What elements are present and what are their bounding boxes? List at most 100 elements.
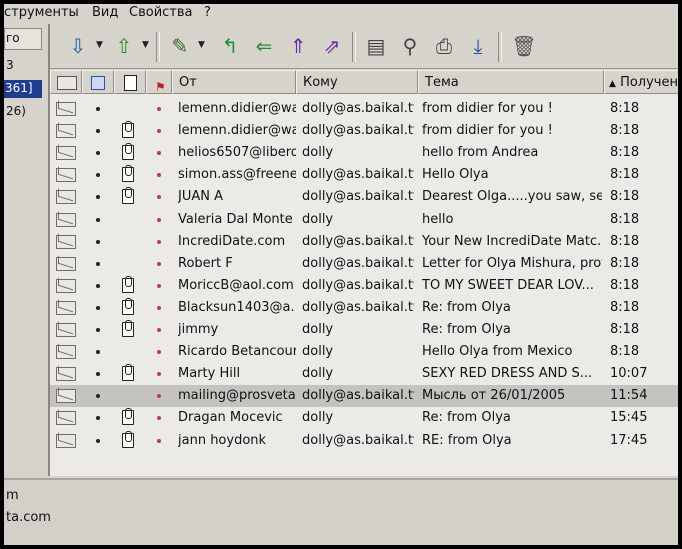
cell-subject: hello — [422, 211, 454, 227]
print-icon[interactable]: ⎙ — [430, 32, 458, 60]
menu-view[interactable]: Вид — [92, 5, 118, 20]
cell-from: Blacksun1403@a... — [178, 299, 296, 315]
table-row[interactable]: lemenn.didier@wa... dolly@as.baikal.tv fro… — [50, 98, 678, 120]
header-from[interactable]: От — [172, 70, 296, 94]
forward-alt-icon[interactable]: ⇗ — [318, 32, 346, 60]
address-book-icon[interactable]: ▤ — [362, 32, 390, 60]
delete-icon[interactable]: 🗑 — [510, 32, 538, 60]
attachment-icon — [122, 320, 134, 337]
forward-icon[interactable]: ⇑ — [284, 32, 312, 60]
header-attach-column[interactable] — [114, 70, 146, 94]
cell-subject: Re: from Olya — [422, 299, 511, 315]
folder-item-4[interactable]: 26) — [6, 104, 26, 118]
table-row[interactable]: IncrediDate.com dolly@as.baikal.tv Your Ne… — [50, 231, 678, 253]
reply-icon[interactable]: ↰ — [216, 32, 244, 60]
cell-from: jimmy — [178, 322, 219, 337]
read-dot-icon — [96, 283, 100, 288]
cell-subject: Letter for Olya Mishura, profil... — [422, 255, 602, 271]
table-row[interactable]: mailing@prosveta.... dolly@as.baikal.tv Мы… — [50, 385, 678, 408]
table-row[interactable]: Marty Hill dolly SEXY RED DRESS AND S... 10… — [50, 363, 678, 385]
flag-dot-icon — [157, 305, 161, 310]
table-row[interactable]: Dragan Mocevic dolly Re: from Olya 15:45 — [50, 407, 678, 429]
cell-subject: hello from Andrea — [422, 145, 539, 161]
cell-from: lemenn.didier@wa... — [178, 101, 296, 116]
cell-time: 8:18 — [610, 189, 640, 205]
compose-icon[interactable]: ✎ — [166, 32, 194, 60]
header-received[interactable]: ▲ Получен — [604, 70, 678, 94]
cell-time: 15:45 — [610, 410, 648, 426]
attachment-icon — [122, 165, 134, 183]
dropdown-arrow-icon[interactable]: ▼ — [96, 40, 103, 50]
header-status-column[interactable] — [82, 70, 114, 94]
folder-item-selected[interactable]: 361] — [4, 80, 42, 98]
reply-all-icon[interactable]: ⇐ — [250, 32, 278, 60]
header-to[interactable]: Кому — [296, 70, 418, 94]
table-row[interactable]: helios6507@libero.it dolly hello from Andr… — [50, 142, 678, 164]
flag-dot-icon — [157, 438, 161, 443]
attachment-icon — [122, 143, 134, 161]
cell-to: dolly — [302, 211, 334, 227]
menu-properties[interactable]: Свойства — [129, 5, 193, 20]
status-line-1: m — [6, 488, 19, 503]
header-flag-column[interactable]: ⚑ — [146, 70, 172, 94]
header-subject[interactable]: Тема — [418, 70, 604, 94]
table-row[interactable]: Ricardo Betancourt dolly Hello Olya from M… — [50, 341, 678, 363]
folder-item-top[interactable]: го — [6, 31, 20, 45]
cell-time: 8:18 — [610, 211, 640, 227]
table-row[interactable]: Blacksun1403@a... dolly@as.baikal.tv Re: f… — [50, 297, 678, 319]
flag-dot-icon — [157, 195, 161, 200]
find-icon[interactable]: ⚲ — [396, 32, 424, 60]
cell-subject: TO MY SWEET DEAR LOV... — [422, 277, 594, 293]
table-row[interactable]: Valeria Dal Monte dolly hello 8:18 — [50, 209, 678, 231]
cell-subject: RE: from Olya — [422, 432, 512, 448]
status-bar: m ta.com — [4, 478, 678, 545]
header-received-label: Получен — [620, 75, 678, 90]
flag-dot-icon — [157, 394, 161, 399]
flag-dot-icon — [157, 372, 161, 377]
attachment-icon — [122, 430, 134, 448]
menu-tools[interactable]: струменты — [4, 5, 79, 20]
envelope-icon — [56, 256, 76, 271]
folder-item-2[interactable]: 3 — [6, 58, 14, 72]
read-dot-icon — [96, 261, 100, 266]
cell-time: 8:18 — [610, 299, 640, 315]
read-dot-icon — [96, 350, 100, 355]
envelope-icon — [56, 124, 76, 139]
envelope-icon — [56, 146, 76, 161]
menu-help[interactable]: ? — [204, 5, 211, 20]
read-dot-icon — [96, 195, 100, 200]
envelope-icon — [57, 76, 77, 90]
table-row[interactable]: jann hoydonk dolly@as.baikal.tv RE: from O… — [50, 430, 678, 452]
toolbar-separator — [156, 32, 160, 62]
cell-subject: Re: from Olya — [422, 410, 511, 426]
dropdown-arrow-icon[interactable]: ▼ — [198, 40, 205, 50]
table-row[interactable]: jimmy dolly Re: from Olya 8:18 — [50, 319, 678, 341]
attachment-icon — [122, 364, 134, 382]
read-dot-icon — [96, 239, 100, 244]
move-icon[interactable]: ⤓ — [464, 32, 492, 60]
cell-from: simon.ass@freene... — [178, 167, 296, 183]
cell-to: dolly — [302, 366, 334, 382]
cell-to: dolly@as.baikal.tv — [302, 299, 414, 315]
get-mail-icon[interactable]: ⇩ — [64, 32, 92, 60]
flag-icon: ⚑ — [155, 80, 166, 94]
cell-subject: Hello Olya from Mexico — [422, 344, 573, 360]
cell-time: 8:18 — [610, 344, 640, 360]
envelope-icon — [56, 411, 76, 426]
table-row[interactable]: lemenn.didier@wa... dolly@as.baikal.tv fro… — [50, 120, 678, 142]
send-receive-icon[interactable]: ⇧ — [110, 32, 138, 60]
cell-subject: Мысль от 26/01/2005 — [422, 388, 566, 404]
table-row[interactable]: simon.ass@freene... dolly@as.baikal.tv Hel… — [50, 164, 678, 186]
table-row[interactable]: MoriccB@aol.com dolly@as.baikal.tv TO MY S… — [50, 275, 678, 297]
header-read-column[interactable] — [50, 70, 82, 94]
read-dot-icon — [96, 151, 100, 156]
dropdown-arrow-icon[interactable]: ▼ — [142, 40, 149, 50]
read-dot-icon — [96, 173, 100, 178]
cell-from: mailing@prosveta.... — [178, 388, 296, 404]
flag-dot-icon — [157, 261, 161, 266]
cell-subject: Your New IncrediDate Matc... — [422, 233, 602, 249]
table-row[interactable]: JUAN A dolly@as.baikal.tv Dearest Olga....… — [50, 186, 678, 208]
table-row[interactable]: Robert F dolly@as.baikal.tv Letter for Oly… — [50, 253, 678, 275]
read-dot-icon — [96, 438, 100, 443]
cell-to: dolly@as.baikal.tv — [302, 277, 414, 293]
